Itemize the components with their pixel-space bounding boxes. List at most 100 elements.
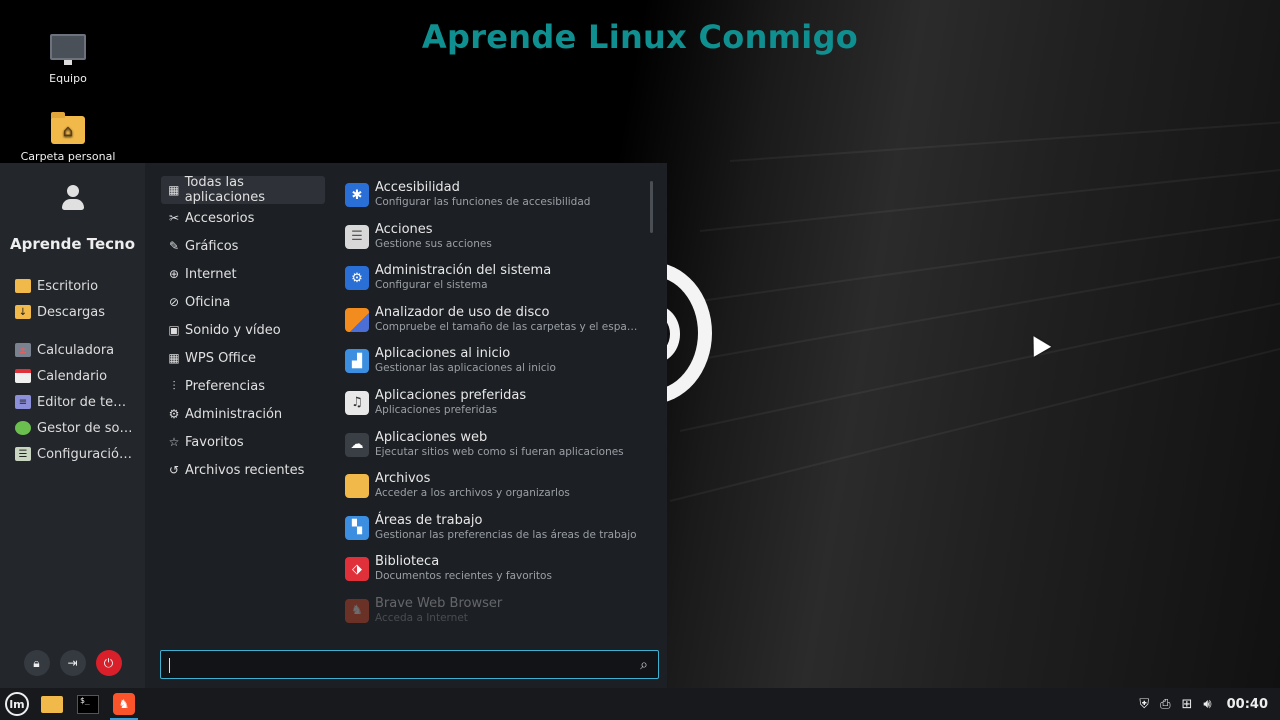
desktop-icon-label: Carpeta personal [20, 150, 116, 163]
search-input[interactable] [161, 651, 630, 678]
printer-icon[interactable]: ⎙ [1160, 697, 1170, 712]
app-aplicaciones-web[interactable]: ☁ Aplicaciones web Ejecutar sitios web co… [345, 426, 667, 468]
startup-apps-icon: ▟ [345, 349, 369, 374]
history-icon: ↺ [168, 463, 180, 477]
app-biblioteca[interactable]: ⬗ Biblioteca Documentos recientes y favor… [345, 550, 667, 592]
username: Aprende Tecno [9, 235, 136, 253]
app-description: Ejecutar sitios web como si fueran aplic… [375, 445, 624, 458]
app-name: Áreas de trabajo [375, 512, 483, 528]
library-icon: ⬗ [345, 557, 369, 582]
grid-icon: ▦ [168, 183, 180, 197]
app-name: Analizador de uso de disco [375, 304, 550, 320]
workspaces-icon: ▚ [345, 515, 369, 540]
calendar-icon [15, 369, 31, 383]
desktop-icon-carpeta-personal[interactable]: ⌂ Carpeta personal [18, 112, 118, 163]
app-description: Acceda a Internet [375, 611, 468, 624]
category-label: Administración [185, 406, 283, 422]
category-todas[interactable]: ▦ Todas las aplicaciones [161, 175, 325, 205]
session-buttons: 🔒︎ ⇥ ⏻ [0, 650, 145, 676]
mint-logo-icon: lm [5, 692, 29, 716]
star-icon: ☆ [168, 435, 180, 449]
calculator-icon: ± [15, 343, 31, 357]
favorite-calculadora[interactable]: ± Calculadora [0, 337, 145, 363]
category-graficos[interactable]: ✎ Gráficos [161, 232, 325, 260]
volume-icon[interactable]: 🔊︎ [1203, 697, 1211, 712]
place-descargas[interactable]: ↓ Descargas [0, 299, 145, 325]
category-administracion[interactable]: ⚙ Administración [161, 400, 325, 428]
app-areas-trabajo[interactable]: ▚ Áreas de trabajo Gestionar las preferen… [345, 509, 667, 551]
app-analizador-disco[interactable]: Analizador de uso de disco Compruebe el t… [345, 301, 667, 343]
search-box: ⌕ [160, 650, 659, 679]
category-label: Sonido y vídeo [185, 322, 281, 338]
overlay-title: Aprende Linux Conmigo [421, 18, 859, 56]
category-favoritos[interactable]: ☆ Favoritos [161, 428, 325, 456]
app-description: Gestione sus acciones [375, 237, 492, 250]
clock[interactable]: 00:40 [1227, 697, 1268, 712]
favorite-label: Calendario [37, 368, 108, 384]
app-acciones[interactable]: ☰ Acciones Gestione sus acciones [345, 218, 667, 260]
desktop-icon-label: Equipo [49, 72, 87, 85]
home-folder-icon: ⌂ [51, 112, 85, 144]
category-preferencias[interactable]: ⫶ Preferencias [161, 372, 325, 400]
app-list: ✱ Accesibilidad Configurar las funciones … [335, 163, 667, 633]
sliders-icon: ⫶ [172, 378, 176, 393]
tools-icon: ✂ [168, 211, 180, 225]
category-label: Internet [185, 266, 237, 282]
avatar[interactable] [59, 185, 87, 213]
shield-icon[interactable]: ⛨ [1139, 697, 1149, 712]
app-description: Documentos recientes y favoritos [375, 570, 552, 583]
grid-icon: ▦ [168, 351, 180, 365]
favorites-list: ± Calculadora Calendario ≡ Editor de te…… [0, 337, 145, 467]
graphics-icon: ✎ [168, 239, 180, 253]
computer-icon [50, 34, 86, 65]
app-list-scrollbar[interactable] [650, 181, 653, 233]
brave-icon: ♞ [345, 598, 369, 623]
app-accesibilidad[interactable]: ✱ Accesibilidad Configurar las funciones … [345, 176, 667, 218]
search-icon[interactable]: ⌕ [630, 657, 658, 673]
category-accesorios[interactable]: ✂ Accesorios [161, 204, 325, 232]
category-oficina[interactable]: ⊘ Oficina [161, 288, 325, 316]
app-name: Aplicaciones web [375, 429, 488, 445]
web-apps-icon: ☁ [345, 432, 369, 457]
app-name: Aplicaciones preferidas [375, 387, 527, 403]
app-description: Gestionar las aplicaciones al inicio [375, 362, 556, 375]
taskbar-files-button[interactable] [34, 688, 70, 720]
favorite-label: Calculadora [37, 342, 115, 358]
place-label: Escritorio [37, 278, 99, 294]
power-icon: ⏻ [103, 655, 114, 670]
app-brave[interactable]: ♞ Brave Web Browser Acceda a Internet [345, 592, 667, 633]
favorite-configuracion[interactable]: ☰ Configuració… [0, 441, 145, 467]
favorite-editor-de-texto[interactable]: ≡ Editor de te… [0, 389, 145, 415]
app-name: Accesibilidad [375, 180, 460, 195]
taskbar-terminal-button[interactable]: $_ [70, 688, 106, 720]
place-escritorio[interactable]: Escritorio [0, 273, 145, 299]
power-button[interactable]: ⏻ [95, 650, 122, 676]
app-administracion-sistema[interactable]: ⚙ Administración del sistema Configurar e… [345, 259, 667, 301]
taskbar-brave-button[interactable]: ♞ [106, 688, 142, 720]
favorite-calendario[interactable]: Calendario [0, 363, 145, 389]
preferred-apps-icon: ♫ [345, 390, 369, 415]
place-label: Descargas [37, 304, 106, 320]
category-sonido-video[interactable]: ▣ Sonido y vídeo [161, 316, 325, 344]
app-aplicaciones-inicio[interactable]: ▟ Aplicaciones al inicio Gestionar las ap… [345, 342, 667, 384]
category-label: WPS Office [185, 350, 257, 366]
app-name: Aplicaciones al inicio [375, 346, 511, 362]
disk-usage-icon [345, 307, 369, 332]
category-wps-office[interactable]: ▦ WPS Office [161, 344, 325, 372]
settings-icon: ☰ [15, 447, 31, 461]
desktop-icon-equipo[interactable]: Equipo [18, 34, 118, 85]
network-icon[interactable]: ⊞ [1182, 697, 1193, 712]
terminal-icon: $_ [77, 694, 99, 714]
paperclip-icon: ⊘ [168, 295, 180, 309]
globe-icon: ⊕ [168, 267, 180, 281]
app-aplicaciones-preferidas[interactable]: ♫ Aplicaciones preferidas Aplicaciones pr… [345, 384, 667, 426]
logout-button[interactable]: ⇥ [59, 650, 86, 676]
application-menu: Aprende Tecno Escritorio ↓ Descargas ± C… [0, 163, 667, 688]
start-menu-button[interactable]: lm [0, 688, 34, 720]
lock-screen-button[interactable]: 🔒︎ [23, 650, 50, 676]
category-archivos-recientes[interactable]: ↺ Archivos recientes [161, 456, 325, 484]
category-label: Favoritos [185, 434, 244, 450]
category-internet[interactable]: ⊕ Internet [161, 260, 325, 288]
favorite-gestor-de-software[interactable]: Gestor de so… [0, 415, 145, 441]
app-archivos[interactable]: Archivos Acceder a los archivos y organiz… [345, 467, 667, 509]
